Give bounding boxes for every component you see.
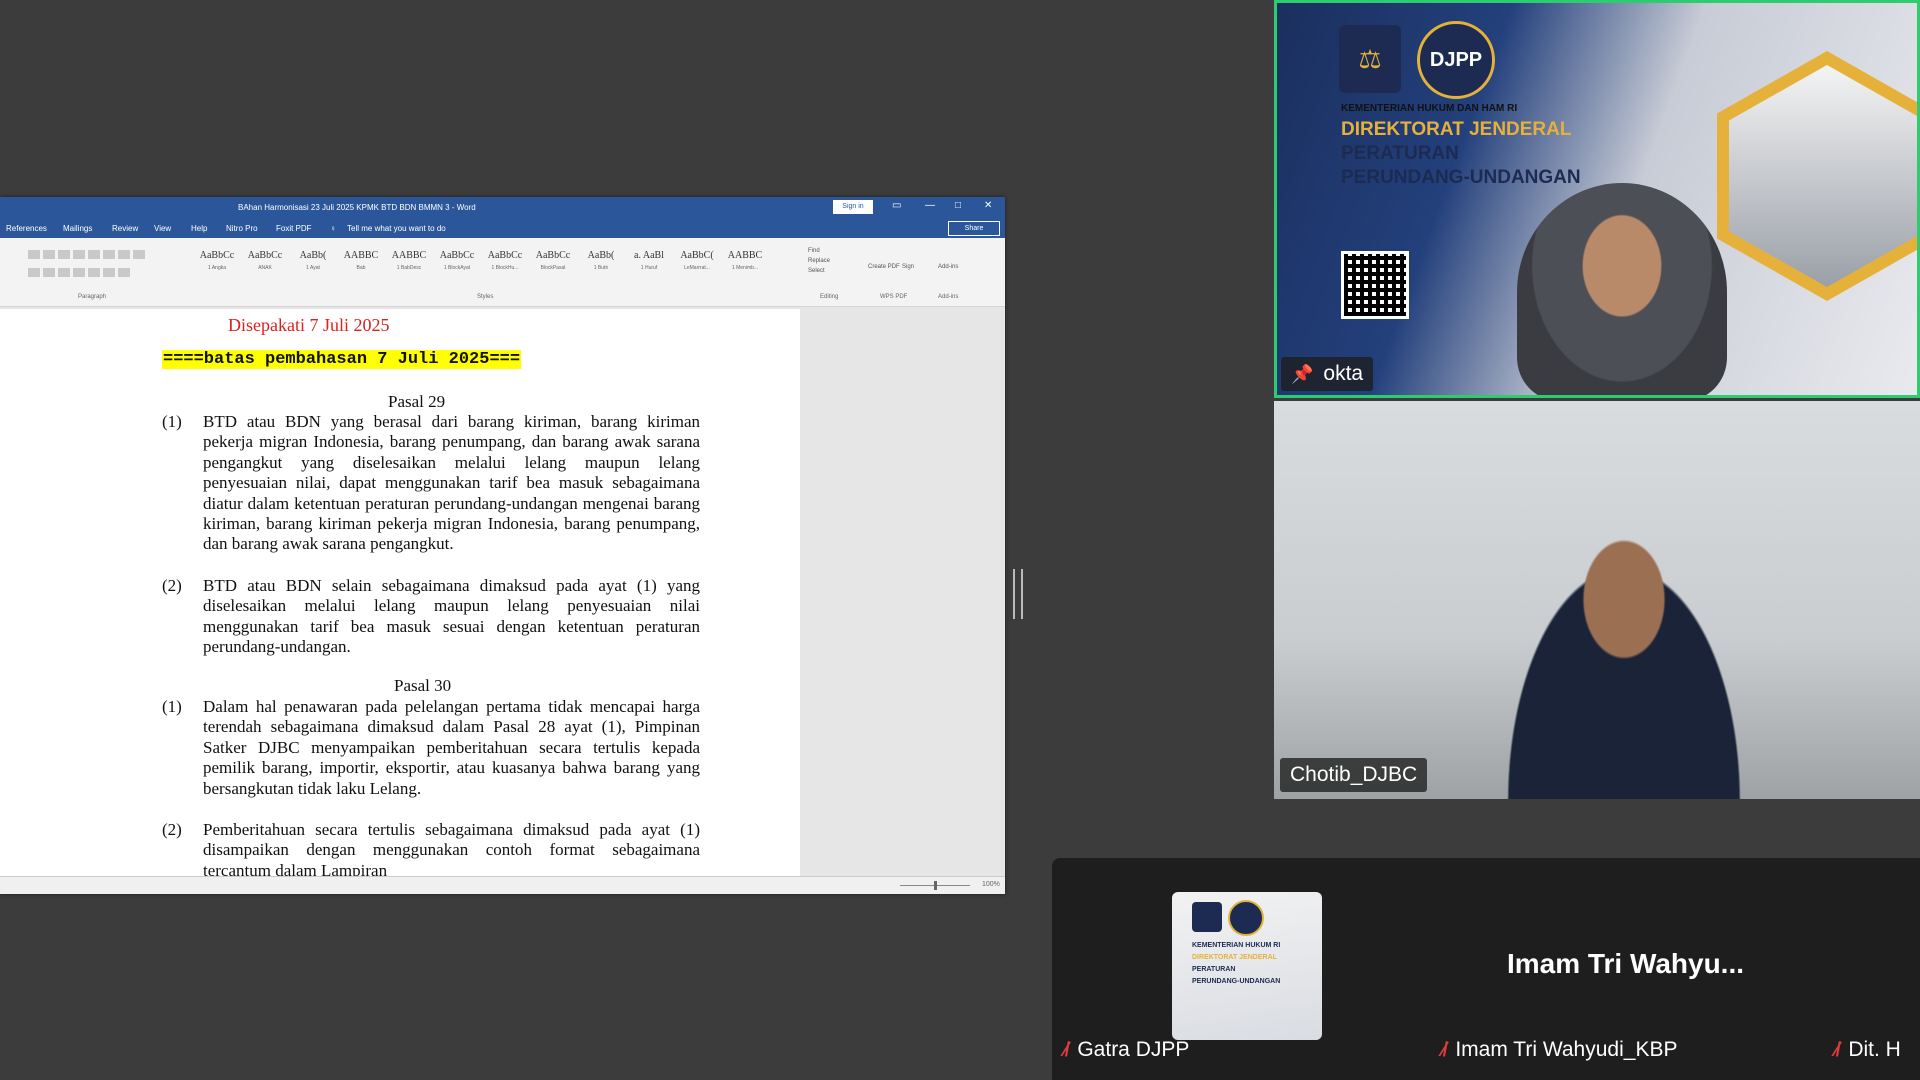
participant-name: Gatra DJPP (1077, 1038, 1190, 1061)
document-page[interactable]: Disepakati 7 Juli 2025 ====batas pembaha… (0, 316, 800, 876)
thumb-text: PERATURAN (1192, 966, 1236, 973)
participant-video-chotib (1484, 521, 1764, 799)
tab-nitro-pro[interactable]: Nitro Pro (226, 224, 258, 233)
thumb-text: KEMENTERIAN HUKUM RI (1192, 942, 1281, 949)
participant-name: okta (1323, 362, 1364, 385)
style-1-ayat[interactable]: AaBb(1 Ayat (290, 246, 336, 282)
group-add-ins: Add-ins (938, 294, 959, 300)
tell-me-search[interactable]: Tell me what you want to do (347, 224, 446, 233)
create-pdf-button[interactable]: Create PDF (868, 262, 900, 272)
participant-label-gatra[interactable]: ⁄̸ Gatra DJPP (1064, 1038, 1189, 1062)
participant-big-name: Imam Tri Wahyu... (1507, 948, 1745, 979)
group-paragraph: Paragraph (78, 294, 107, 300)
zoom-slider-thumb[interactable] (934, 881, 937, 890)
pasal-29-heading: Pasal 29 (388, 392, 446, 411)
paragraph-tools[interactable] (28, 246, 178, 286)
lightbulb-icon: ♀ (330, 224, 336, 233)
participant-thumbnail-gatra[interactable]: KEMENTERIAN HUKUM RI DIREKTORAT JENDERAL… (1172, 892, 1322, 1040)
participant-name-tag: Chotib_DJBC (1280, 758, 1428, 792)
background-peraturan-text: PERATURAN (1341, 143, 1459, 164)
ministry-logo-icon: ⚖ (1339, 25, 1401, 93)
background-directorate-text: DIREKTORAT JENDERAL (1341, 119, 1572, 140)
style-1-angka[interactable]: AaBbCc 1 Angka (194, 246, 240, 282)
sign-in-button[interactable]: Sign in (833, 200, 873, 214)
ministry-logo-icon (1192, 902, 1222, 932)
thumb-text: DIREKTORAT JENDERAL (1192, 954, 1277, 961)
style-1-huruf[interactable]: a. AaBl 1 Huruf (626, 246, 672, 282)
word-title-bar: BAhan Harmonisasi 23 Juli 2025 KPMK BTD … (0, 197, 1005, 218)
sign-button[interactable]: Sign (902, 262, 914, 272)
pasal-29-ayat-1: (1) BTD atau BDN yang berasal dari baran… (162, 412, 700, 554)
style-lemarrrat[interactable]: AaBbC(LeMarrrat... (674, 246, 720, 282)
editing-tools[interactable]: Find Replace Select (808, 246, 830, 276)
ribbon-tabs: References Mailings Review View Help Nit… (0, 218, 1005, 238)
mic-muted-icon: ⁄̸ (1442, 1039, 1446, 1061)
pin-icon[interactable]: 📌 (1291, 364, 1313, 385)
style-bab[interactable]: AABBC Bab (338, 246, 384, 282)
style-anak[interactable]: AaBbCc ANAK (242, 246, 288, 282)
thumb-text: PERUNDANG-UNDANGAN (1192, 978, 1281, 985)
participant-strip: KEMENTERIAN HUKUM RI DIREKTORAT JENDERAL… (1052, 858, 1920, 1080)
participant-name: Dit. H (1848, 1038, 1901, 1061)
shared-word-window: BAhan Harmonisasi 23 Juli 2025 KPMK BTD … (0, 197, 1005, 894)
replace-button[interactable]: Replace (808, 256, 830, 266)
style-blockpasal[interactable]: AaBbCc BlockPasal (530, 246, 576, 282)
style-1-babdesc[interactable]: AABBC 1 BabDesc (386, 246, 432, 282)
group-editing: Editing (820, 294, 839, 300)
djpp-logo: DJPP (1417, 21, 1495, 99)
add-ins-button[interactable]: Add-ins (938, 262, 958, 272)
maximize-icon[interactable]: □ (955, 200, 961, 211)
participant-label-imam[interactable]: ⁄̸ Imam Tri Wahyudi_KBP (1442, 1038, 1677, 1062)
mic-muted-icon: ⁄̸ (1835, 1039, 1839, 1061)
ribbon-display-icon[interactable]: ▭ (892, 200, 901, 211)
participant-label-dit[interactable]: ⁄̸ Dit. H (1835, 1038, 1901, 1062)
mic-muted-icon: ⁄̸ (1064, 1039, 1068, 1061)
tab-references[interactable]: References (6, 224, 47, 233)
document-area[interactable]: Disepakati 7 Juli 2025 ====batas pembaha… (0, 316, 1005, 876)
minimize-icon[interactable]: — (925, 200, 935, 211)
status-bar: 100% (0, 876, 1005, 894)
close-icon[interactable]: ✕ (984, 200, 992, 211)
style-1-butir[interactable]: AaBb(1 Butir (578, 246, 624, 282)
agreed-date-line: Disepakati 7 Juli 2025 (228, 316, 390, 335)
participant-name: Imam Tri Wahyudi_KBP (1455, 1038, 1678, 1061)
tab-view[interactable]: View (154, 224, 171, 233)
share-button[interactable]: Share (948, 221, 1000, 236)
djpp-logo-icon (1228, 900, 1264, 936)
find-button[interactable]: Find (808, 246, 830, 256)
style-1-blockayat[interactable]: AaBbCc 1 BlockAyat (434, 246, 480, 282)
select-button[interactable]: Select (808, 266, 830, 276)
document-title: BAhan Harmonisasi 23 Juli 2025 KPMK BTD … (238, 203, 476, 212)
highlighted-boundary-line: ====batas pembahasan 7 Juli 2025=== (162, 350, 522, 369)
background-ministry-text: KEMENTERIAN HUKUM DAN HAM RI (1341, 103, 1518, 114)
tab-review[interactable]: Review (112, 224, 138, 233)
group-wps-pdf: WPS PDF (880, 294, 908, 300)
pasal-30-heading: Pasal 30 (394, 676, 452, 695)
ribbon-home: AaBbCc 1 Angka AaBbCc ANAK AaBb(1 Ayat AAB… (0, 238, 1005, 307)
qr-code-icon (1341, 251, 1409, 319)
group-styles: Styles (477, 294, 494, 300)
participant-name-tag: 📌 okta (1281, 357, 1374, 391)
tab-foxit-pdf[interactable]: Foxit PDF (276, 224, 312, 233)
split-resize-handle[interactable] (1013, 569, 1023, 619)
participant-video-okta (1517, 183, 1727, 395)
pasal-29-ayat-2: (2) BTD atau BDN selain sebagaimana dima… (162, 576, 700, 657)
style-1-blockhu[interactable]: AaBbCc 1 BlockHu... (482, 246, 528, 282)
pasal-30-ayat-1: (1) Dalam hal penawaran pada pelelangan … (162, 697, 700, 798)
zoom-level[interactable]: 100% (982, 881, 1000, 888)
video-tile-chotib[interactable]: Chotib_DJBC (1274, 401, 1920, 799)
tab-mailings[interactable]: Mailings (63, 224, 92, 233)
pasal-30-ayat-2: (2) Pemberitahuan secara tertulis sebaga… (162, 820, 700, 876)
background-perundang-text: PERUNDANG-UNDANGAN (1341, 167, 1581, 188)
tab-help[interactable]: Help (191, 224, 207, 233)
video-tile-okta[interactable]: ⚖ DJPP KEMENTERIAN HUKUM DAN HAM RI DIRE… (1274, 0, 1920, 398)
style-1-menimb[interactable]: AABBC 1 Menimb... (722, 246, 768, 282)
